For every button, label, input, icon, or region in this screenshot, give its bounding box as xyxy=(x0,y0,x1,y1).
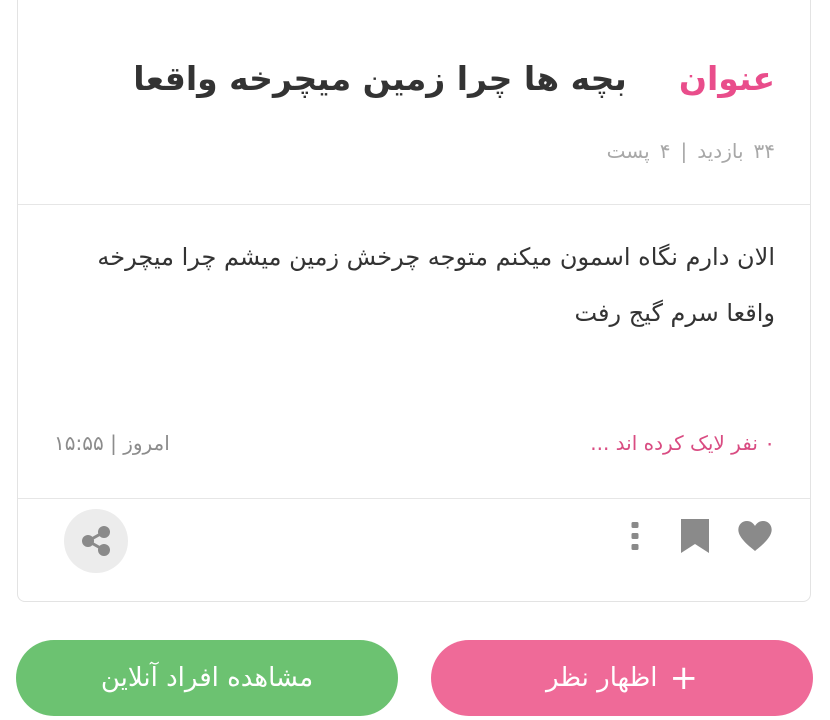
view-online-users-button[interactable]: مشاهده افراد آنلاین xyxy=(16,640,398,716)
posts-count: ۴ xyxy=(659,139,671,163)
more-vertical-icon xyxy=(631,522,639,550)
plus-icon: + xyxy=(669,658,699,698)
page: عنوان بچه ها چرا زمین میچرخه واقعا ۳۴ با… xyxy=(0,0,830,720)
post-body: الان دارم نگاه اسمون میکنم متوجه چرخش زم… xyxy=(97,243,775,327)
post-time: امروز | ۱۵:۵۵ xyxy=(54,431,170,455)
heart-icon xyxy=(738,521,772,551)
header-divider xyxy=(18,204,810,205)
post-card: عنوان بچه ها چرا زمین میچرخه واقعا ۳۴ با… xyxy=(17,0,811,602)
share-button[interactable] xyxy=(64,509,128,573)
post-actions xyxy=(616,517,774,555)
add-comment-button[interactable]: + اظهار نظر xyxy=(431,640,813,716)
time-separator: | xyxy=(110,431,117,455)
views-count: ۳۴ xyxy=(753,139,775,163)
share-icon xyxy=(82,526,110,556)
posts-label: پست xyxy=(606,139,650,163)
post-title: بچه ها چرا زمین میچرخه واقعا xyxy=(133,59,627,98)
post-title-row: عنوان بچه ها چرا زمین میچرخه واقعا xyxy=(48,59,775,98)
like-button[interactable] xyxy=(736,517,774,555)
post-meta: ۳۴ بازدید | ۴ پست xyxy=(607,139,775,163)
more-button[interactable] xyxy=(616,517,654,555)
likes-link[interactable]: ۰ نفر لایک کرده اند ... xyxy=(590,431,775,455)
add-comment-label: اظهار نظر xyxy=(545,663,658,693)
actions-divider xyxy=(18,498,810,499)
title-label: عنوان xyxy=(678,59,775,98)
view-online-users-label: مشاهده افراد آنلاین xyxy=(100,663,314,693)
meta-separator: | xyxy=(680,139,688,163)
bookmark-icon xyxy=(681,519,709,553)
time-value: ۱۵:۵۵ xyxy=(54,431,104,455)
time-label: امروز xyxy=(123,431,170,455)
views-label: بازدید xyxy=(697,139,744,163)
bookmark-button[interactable] xyxy=(676,517,714,555)
